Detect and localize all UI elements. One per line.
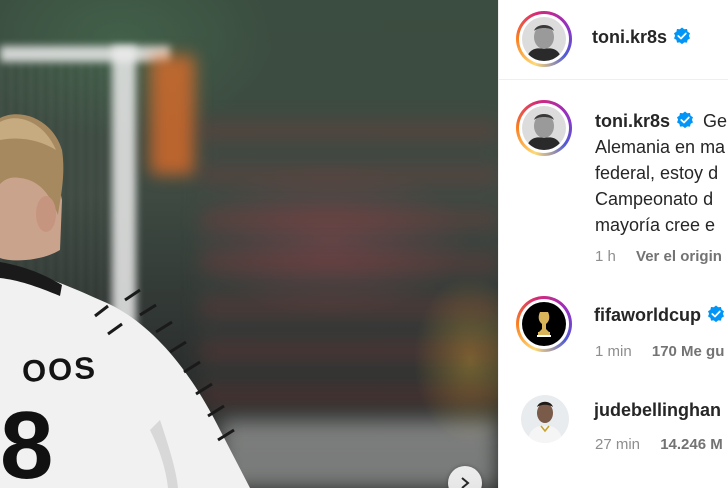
comment-avatar-fifaworldcup[interactable] — [516, 296, 572, 352]
caption-line-5: mayoría cree e — [595, 215, 716, 235]
caption-username[interactable]: toni.kr8s — [595, 111, 670, 131]
caption-line-4: Campeonato d — [595, 189, 714, 209]
comment-likes[interactable]: 170 Me gu — [652, 343, 725, 360]
caption-time[interactable]: 1 h — [595, 248, 616, 265]
verified-badge-icon — [708, 305, 724, 323]
comment-username-judebellinghan[interactable]: judebellinghan — [594, 400, 721, 421]
player-figure — [0, 114, 250, 488]
caption-line-3: federal, estoy d — [595, 163, 719, 183]
header-username-text[interactable]: toni.kr8s — [592, 27, 667, 47]
fifa-logo — [522, 302, 566, 346]
caption-line-1: toni.kr8s Ger — [595, 108, 728, 134]
caption: toni.kr8s Ger Alemania en ma federal, es… — [595, 108, 728, 238]
header-avatar[interactable] — [516, 11, 572, 67]
verified-badge-icon — [677, 111, 694, 129]
post-side-panel: toni.kr8s toni.kr8s Ger Alemania en ma — [498, 0, 728, 488]
chevron-right-icon — [461, 477, 470, 488]
verified-badge-icon — [674, 27, 691, 45]
trophy-icon — [537, 312, 551, 337]
comment-likes[interactable]: 14.246 M — [660, 436, 723, 453]
post-header: toni.kr8s — [499, 0, 728, 80]
comment-meta-judebellinghan: 27 min 14.246 M — [595, 436, 723, 453]
comment-username-fifaworldcup[interactable]: fifaworldcup — [594, 305, 725, 326]
profile-photo — [522, 106, 566, 150]
comment-meta-fifaworldcup: 1 min 170 Me gu — [595, 343, 724, 360]
shirt-name: OOS — [21, 350, 98, 389]
comment-time[interactable]: 27 min — [595, 436, 640, 453]
caption-text-start: Ger — [703, 111, 728, 131]
caption-line-2: Alemania en ma — [595, 137, 726, 157]
profile-photo — [522, 17, 566, 61]
header-username[interactable]: toni.kr8s — [592, 27, 691, 48]
shirt-number: 8 — [0, 392, 54, 488]
post-image[interactable]: OOS 8 — [0, 0, 498, 488]
comment-username-text[interactable]: fifaworldcup — [594, 305, 701, 325]
comment-avatar-judebellinghan[interactable] — [521, 395, 569, 443]
see-original-link[interactable]: Ver el origin — [636, 248, 722, 265]
comment-time[interactable]: 1 min — [595, 343, 632, 360]
caption-avatar[interactable] — [516, 100, 572, 156]
caption-meta: 1 h Ver el origin — [595, 248, 722, 265]
